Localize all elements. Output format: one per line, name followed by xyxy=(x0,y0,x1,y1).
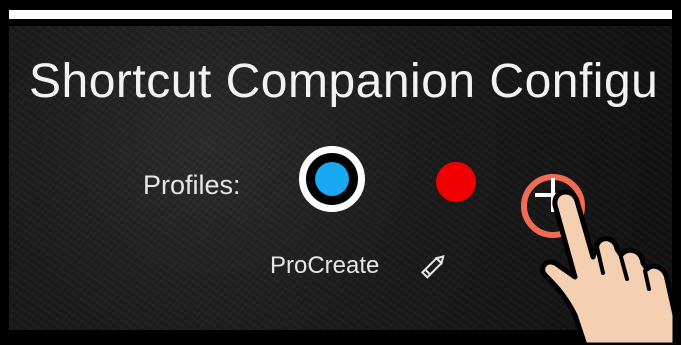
profile-button-red[interactable] xyxy=(436,162,476,202)
profile-color-dot xyxy=(315,162,349,196)
pencil-icon[interactable] xyxy=(417,252,449,280)
profile-button-blue[interactable] xyxy=(299,146,365,212)
page-title: Shortcut Companion Configu xyxy=(29,55,659,108)
top-bar xyxy=(9,10,672,19)
tap-hand-icon xyxy=(540,189,678,345)
profile-name[interactable]: ProCreate xyxy=(270,252,379,280)
profiles-label: Profiles: xyxy=(143,170,241,200)
